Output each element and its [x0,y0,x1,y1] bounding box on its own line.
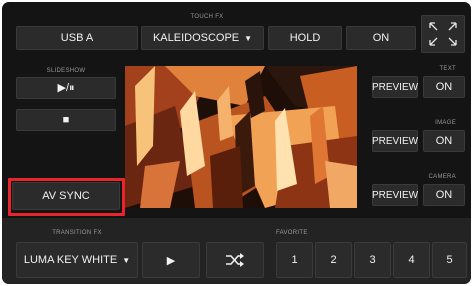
transition-shuffle-button[interactable] [206,242,264,278]
source-select-button[interactable]: USB A [16,26,138,50]
expand-arrows-icon [429,22,457,46]
text-on-button[interactable]: ON [423,76,465,98]
touch-fx-select[interactable]: KALEIDOSCOPE ▼ [141,26,264,50]
slideshow-stop-button[interactable]: ■ [16,109,116,131]
touch-fx-effect-label: KALEIDOSCOPE [152,32,240,44]
bottom-bar: TRANSITION FX FAVORITE LUMA KEY WHITE ▼ ▶… [2,218,471,284]
camera-heading: CAMERA [428,174,456,180]
favorite-slot-1[interactable]: 1 [276,242,313,278]
transition-fx-effect-label: LUMA KEY WHITE [23,254,118,266]
favorite-heading: FAVORITE [276,230,308,236]
image-heading: IMAGE [435,120,456,126]
kaleidoscope-preview-image [125,66,357,208]
control-panel: TOUCH FX USB A KALEIDOSCOPE ▼ HOLD ON SLI… [2,2,471,284]
slideshow-play-pause-button[interactable]: ▶/⏸ [16,77,116,99]
touch-fx-heading: TOUCH FX [190,14,224,20]
image-preview-button[interactable]: PREVIEW [372,130,418,152]
touch-fx-on-button[interactable]: ON [346,26,416,50]
transition-fx-heading: TRANSITION FX [52,230,102,236]
slideshow-heading: SLIDESHOW [46,68,86,74]
camera-preview-button[interactable]: PREVIEW [372,184,418,206]
transition-play-button[interactable]: ▶ [142,242,200,278]
caret-down-icon: ▼ [244,33,253,43]
hold-button[interactable]: HOLD [268,26,342,50]
image-on-button[interactable]: ON [423,130,465,152]
transition-fx-select[interactable]: LUMA KEY WHITE ▼ [16,242,138,278]
camera-on-button[interactable]: ON [423,184,465,206]
fullscreen-button[interactable] [421,15,465,53]
favorite-slot-2[interactable]: 2 [315,242,352,278]
caret-down-icon: ▼ [122,255,131,265]
favorite-slot-4[interactable]: 4 [393,242,430,278]
favorite-slot-3[interactable]: 3 [354,242,391,278]
av-sync-highlight-box [8,178,125,216]
text-preview-button[interactable]: PREVIEW [372,76,418,98]
text-heading: TEXT [439,66,456,72]
favorite-slot-5[interactable]: 5 [432,242,467,278]
shuffle-icon [226,253,244,267]
